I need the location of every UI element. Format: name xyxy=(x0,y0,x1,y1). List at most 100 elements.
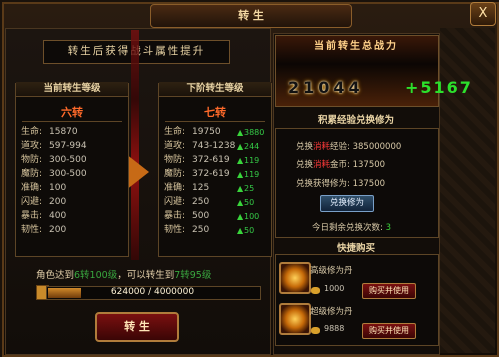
stat-label: 生命: xyxy=(164,127,186,137)
power-value: 21044 xyxy=(288,78,364,97)
center-ornament xyxy=(131,30,139,260)
stat-increase: 50 xyxy=(244,226,255,235)
stat-increase: 3880 xyxy=(244,128,265,137)
arrow-up-icon: ▲ xyxy=(237,184,244,193)
stat-label: 准确: xyxy=(164,183,186,193)
stat-value: 200 xyxy=(49,197,67,207)
gold-icon xyxy=(311,327,320,334)
item-name: 超级修为丹 xyxy=(310,307,353,317)
target-level: 7转95级 xyxy=(174,270,212,281)
stat-value: 200 xyxy=(49,225,67,235)
stat-row: 准确: 125 ▲ 25 xyxy=(164,182,269,195)
stat-row: 生命: 15870 xyxy=(21,126,126,139)
arrow-up-icon: ▲ xyxy=(237,212,244,221)
current-level-header: 当前转生等级 xyxy=(16,82,128,97)
arrow-up-icon: ▲ xyxy=(237,128,244,137)
power-title: 当前转生总战力 xyxy=(314,41,398,52)
stat-label: 物防: xyxy=(164,155,186,165)
stat-label: 闪避: xyxy=(21,197,43,207)
exchange-title: 积累经验兑换修为 xyxy=(317,115,394,126)
stat-row: 闪避: 200 xyxy=(21,196,126,209)
background-decoration xyxy=(440,28,495,353)
consume-label: 消耗 xyxy=(313,160,331,170)
next-level-value: 七转 xyxy=(204,106,226,119)
stat-value: 100 xyxy=(49,183,67,193)
item-name: 高级修为丹 xyxy=(310,266,353,276)
stat-label: 暴击: xyxy=(164,211,186,221)
stat-row: 准确: 100 xyxy=(21,182,126,195)
stat-row: 暴击: 500 ▲ 100 xyxy=(164,210,269,223)
exchange-gold-row: 兑换消耗金币: 137500 xyxy=(296,158,385,170)
rebirth-window: 转 生 X 转生后获得战斗属性提升 当前转生等级 六转 生命:15870 道攻:… xyxy=(0,0,499,357)
arrow-up-icon: ▲ xyxy=(237,198,244,207)
buy-and-use-button[interactable]: 购买并使用 xyxy=(362,323,416,339)
arrow-up-icon: ▲ xyxy=(237,142,244,151)
stat-label: 韧性: xyxy=(164,225,186,235)
stat-increase: 119 xyxy=(244,170,260,179)
stat-value: 500 xyxy=(192,211,210,221)
current-level-value: 六转 xyxy=(61,106,83,119)
exchange-label: 兑换 xyxy=(296,160,314,170)
divider xyxy=(165,121,265,122)
stat-label: 道攻: xyxy=(164,141,186,151)
stat-value: 250 xyxy=(192,197,210,207)
next-level-box: 下阶转生等级 七转 生命: 19750 ▲ 3880 道攻: 743-1238 ▲ 244 … xyxy=(158,82,272,257)
exchange-gold-cost: 金币: 137500 xyxy=(330,160,386,170)
stat-increase: 100 xyxy=(244,212,260,221)
close-icon: X xyxy=(478,6,488,21)
stat-value: 372-619 xyxy=(192,155,230,165)
advanced-pill-icon[interactable] xyxy=(279,262,311,294)
requirement-text: ，可以转生到 xyxy=(117,270,175,281)
close-button[interactable]: X xyxy=(470,2,496,26)
exchange-exp-row: 兑换消耗经验: 385000000 xyxy=(296,140,401,152)
item-price: 9888 xyxy=(324,324,345,333)
exchange-button[interactable]: 兑换修为 xyxy=(320,195,374,212)
arrow-up-icon: ▲ xyxy=(237,226,244,235)
requirement-text: 角色达到 xyxy=(36,270,75,281)
item-price: 1000 xyxy=(324,284,345,293)
shop-title: 快捷购买 xyxy=(336,243,375,254)
remaining-label: 今日剩余兑换次数: xyxy=(312,223,383,233)
exchange-gain-row: 兑换获得修为: 137500 xyxy=(296,179,386,189)
requirement-level: 6转100级 xyxy=(74,270,118,281)
stat-value: 597-994 xyxy=(49,141,87,151)
stat-label: 道攻: xyxy=(21,141,43,151)
stat-value: 400 xyxy=(49,211,67,221)
divider xyxy=(22,121,122,122)
stat-row: 闪避: 250 ▲ 50 xyxy=(164,196,269,209)
stat-label: 物防: xyxy=(21,155,43,165)
stat-row: 生命: 19750 ▲ 3880 xyxy=(164,126,269,139)
stat-row: 物防: 372-619 ▲ 119 xyxy=(164,154,269,167)
stat-row: 道攻: 743-1238 ▲ 244 xyxy=(164,140,269,153)
stat-increase: 25 xyxy=(244,184,255,193)
buy-and-use-button[interactable]: 购买并使用 xyxy=(362,283,416,299)
stat-row: 魔防: 372-619 ▲ 119 xyxy=(164,168,269,181)
stat-value: 15870 xyxy=(49,127,78,137)
stat-row: 暴击: 400 xyxy=(21,210,126,223)
current-level-box: 当前转生等级 六转 生命: 15870 道攻: 597-994 物防: 300-500… xyxy=(15,82,129,257)
stat-row: 物防: 300-500 xyxy=(21,154,126,167)
stat-label: 准确: xyxy=(21,183,43,193)
stat-increase: 244 xyxy=(244,142,260,151)
remaining-count: 3 xyxy=(385,223,391,233)
stat-row: 道攻: 597-994 xyxy=(21,140,126,153)
super-pill-icon[interactable] xyxy=(279,303,311,335)
stat-label: 魔防: xyxy=(164,169,186,179)
consume-label: 消耗 xyxy=(313,142,331,152)
stat-label: 魔防: xyxy=(21,169,43,179)
stat-value: 125 xyxy=(192,183,210,193)
stat-label: 暴击: xyxy=(21,211,43,221)
window-title: 转 生 xyxy=(150,4,352,28)
rebirth-requirement-text: 角色达到6转100级，可以转生到7转95级 xyxy=(36,267,266,281)
stat-row: 韧性: 200 xyxy=(21,224,126,237)
rebirth-button[interactable]: 转 生 xyxy=(95,312,179,342)
stat-value: 372-619 xyxy=(192,169,230,179)
next-level-header: 下阶转生等级 xyxy=(159,82,271,97)
stat-label: 闪避: xyxy=(164,197,186,207)
stat-row: 韧性: 250 ▲ 50 xyxy=(164,224,269,237)
stat-value: 300-500 xyxy=(49,155,87,165)
stat-increase: 50 xyxy=(244,198,255,207)
gold-icon xyxy=(311,287,320,294)
stat-label: 生命: xyxy=(21,127,43,137)
arrow-up-icon: ▲ xyxy=(237,170,244,179)
